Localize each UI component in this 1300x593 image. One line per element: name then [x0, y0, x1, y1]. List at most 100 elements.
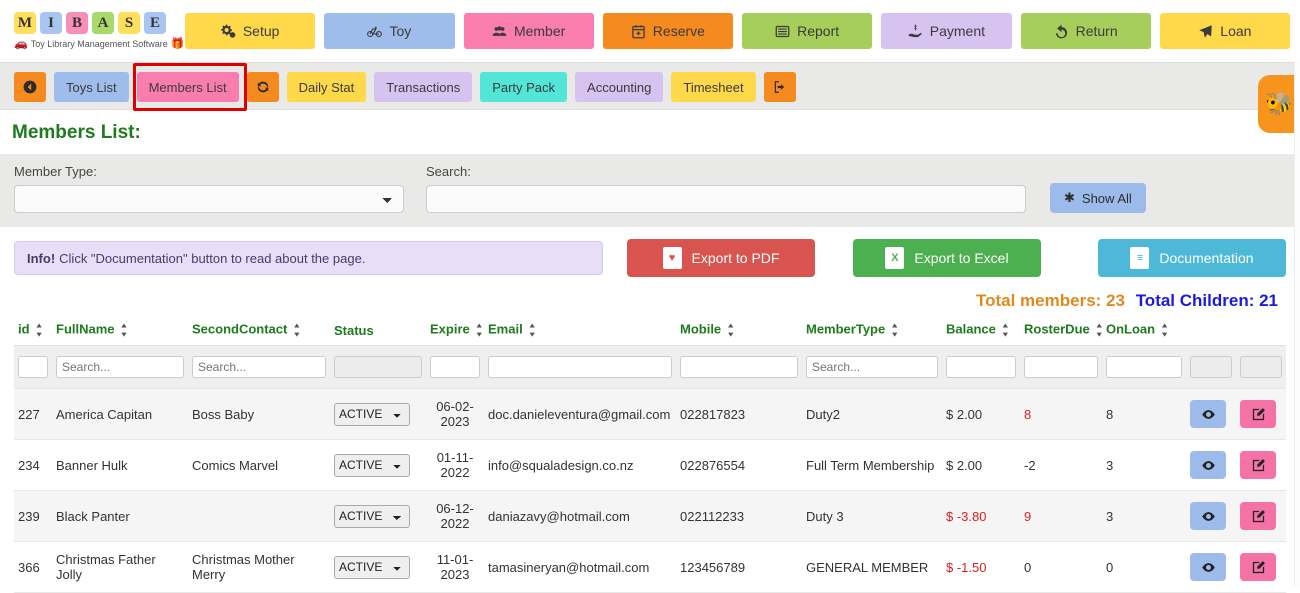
- cell-secondcontact: Christmas Mother Merry: [188, 541, 330, 593]
- info-prefix: Info!: [27, 250, 56, 266]
- column-header-label: OnLoan: [1106, 321, 1156, 337]
- column-header-onloan[interactable]: OnLoan ▲ ▼: [1102, 317, 1186, 346]
- column-header-rosterdue[interactable]: RosterDue ▲ ▼: [1020, 317, 1104, 346]
- filter-input-id[interactable]: [18, 356, 48, 378]
- id-value: 366: [18, 559, 40, 575]
- status-select[interactable]: ACTIVE: [334, 402, 410, 426]
- nav-button-label: Toy: [389, 23, 412, 39]
- back-arrow-icon: [23, 80, 37, 94]
- view-row-button[interactable]: [1190, 451, 1226, 479]
- email-value: doc.danieleventura@gmail.com: [488, 406, 671, 422]
- subnav-timesheet[interactable]: Timesheet: [671, 72, 756, 102]
- filter-input-secondcontact[interactable]: [192, 356, 326, 378]
- filter-input-balance[interactable]: [946, 356, 1016, 378]
- subnav-transactions[interactable]: Transactions: [374, 72, 473, 102]
- show-all-button[interactable]: ✱ Show All: [1050, 183, 1146, 213]
- sort-toggle-icon[interactable]: ▲ ▼: [890, 321, 899, 339]
- sort-toggle-icon[interactable]: ▲ ▼: [120, 321, 129, 339]
- subnav-refresh[interactable]: [246, 72, 279, 102]
- filter-input-fullname[interactable]: [56, 356, 184, 378]
- info-banner: Info! Click "Documentation" button to re…: [14, 241, 604, 275]
- cell-balance: $ -3.80: [942, 490, 1020, 542]
- filter-input-mobile[interactable]: [680, 356, 798, 378]
- subnav-logout[interactable]: [763, 72, 796, 102]
- sort-toggle-icon[interactable]: ▲ ▼: [475, 321, 484, 339]
- edit-row-button[interactable]: [1240, 553, 1276, 581]
- cell-view: [1186, 490, 1236, 542]
- button-export-to-pdf[interactable]: ♥ Export to PDF: [627, 239, 815, 277]
- membertype-value: GENERAL MEMBER: [806, 559, 929, 575]
- status-select[interactable]: ACTIVE: [334, 453, 410, 477]
- nav-button-return[interactable]: Return: [1020, 13, 1151, 49]
- nav-button-report[interactable]: Report: [742, 13, 873, 49]
- sort-toggle-icon[interactable]: ▲ ▼: [1160, 321, 1169, 339]
- subnav-back-arrow[interactable]: [14, 72, 46, 102]
- column-header-fullname[interactable]: FullName ▲ ▼: [52, 317, 188, 346]
- logo-tagline: 🚗 Toy Library Management Software 🎁: [14, 37, 185, 50]
- column-header-balance[interactable]: Balance ▲ ▼: [942, 317, 1020, 346]
- sort-toggle-icon[interactable]: ▲ ▼: [528, 321, 537, 339]
- membertype-value: Duty 3: [806, 508, 844, 524]
- edit-row-button[interactable]: [1240, 451, 1276, 479]
- nav-button-payment[interactable]: Payment: [881, 13, 1012, 49]
- rosterdue-value: 0: [1024, 559, 1032, 575]
- view-row-button[interactable]: [1190, 400, 1226, 428]
- mobile-value: 022817823: [680, 406, 746, 422]
- column-header-label: Email: [488, 321, 523, 337]
- export-buttons: ♥ Export to PDF X Export to Excel ≡ Documenta…: [627, 239, 1286, 277]
- cell-email: tamasineryan@hotmail.com: [484, 541, 676, 593]
- subnav-members-list[interactable]: Members List: [136, 72, 239, 102]
- nav-button-member[interactable]: Member: [463, 13, 594, 49]
- column-header-secondcontact[interactable]: SecondContact ▲ ▼: [188, 317, 330, 346]
- column-header-email[interactable]: Email ▲ ▼: [484, 317, 676, 346]
- filter-input-email[interactable]: [488, 356, 672, 378]
- edit-row-button[interactable]: [1240, 400, 1276, 428]
- column-header-expire[interactable]: Expire ▲ ▼: [426, 317, 484, 346]
- nav-button-toy[interactable]: Toy: [324, 13, 455, 49]
- button-label: Export to PDF: [691, 250, 780, 266]
- edit-row-button[interactable]: [1240, 502, 1276, 530]
- column-header-id[interactable]: id ▲ ▼: [14, 317, 52, 346]
- cell-view: [1186, 541, 1236, 593]
- filter-panel: Member Type: Search: ✱ Show All: [0, 154, 1300, 227]
- cell-secondcontact: Boss Baby: [188, 388, 330, 440]
- status-select[interactable]: ACTIVE: [334, 555, 410, 579]
- column-header-membertype[interactable]: MemberType ▲ ▼: [802, 317, 942, 346]
- secondcontact-value: Comics Marvel: [192, 457, 278, 473]
- column-header-label: Status: [334, 322, 374, 338]
- cell-rosterdue: 0: [1020, 541, 1102, 593]
- cell-view: [1186, 439, 1236, 491]
- filter-input-onloan[interactable]: [1106, 356, 1182, 378]
- subnav-toys-list[interactable]: Toys List: [54, 72, 129, 102]
- subnav-label: Daily Stat: [298, 79, 355, 95]
- filter-input-membertype[interactable]: [806, 356, 938, 378]
- show-all-label: Show All: [1081, 190, 1132, 206]
- subnav-party-pack[interactable]: Party Pack: [480, 72, 568, 102]
- button-export-to-excel[interactable]: X Export to Excel: [853, 239, 1041, 277]
- button-documentation[interactable]: ≡ Documentation: [1098, 239, 1286, 277]
- sort-toggle-icon[interactable]: ▲ ▼: [35, 321, 44, 339]
- cell-secondcontact: [188, 490, 330, 542]
- sort-toggle-icon[interactable]: ▲ ▼: [1001, 321, 1010, 339]
- expire-line: 2022: [440, 516, 470, 531]
- table-header-row: id ▲ ▼ FullName ▲ ▼ SecondContact ▲ ▼ Status Expir…: [14, 317, 1286, 346]
- view-row-button[interactable]: [1190, 502, 1226, 530]
- sort-toggle-icon[interactable]: ▲ ▼: [292, 321, 301, 339]
- view-row-button[interactable]: [1190, 553, 1226, 581]
- filter-input-expire[interactable]: [430, 356, 480, 378]
- subnav-accounting[interactable]: Accounting: [575, 72, 664, 102]
- subnav-daily-stat[interactable]: Daily Stat: [286, 72, 367, 102]
- sort-toggle-icon[interactable]: ▲ ▼: [1095, 321, 1104, 339]
- search-input[interactable]: [426, 185, 1026, 213]
- sort-toggle-icon[interactable]: ▲ ▼: [726, 321, 735, 339]
- member-type-select[interactable]: [14, 185, 404, 213]
- nav-button-reserve[interactable]: Reserve: [602, 13, 733, 49]
- column-header-mobile[interactable]: Mobile ▲ ▼: [676, 317, 802, 346]
- table-row: 234 Banner Hulk Comics Marvel ACTIVE 01-11- 2…: [14, 439, 1286, 491]
- nav-button-setup[interactable]: Setup: [185, 13, 316, 49]
- nav-button-loan[interactable]: Loan: [1159, 13, 1290, 49]
- pencil-square-icon: [1251, 560, 1266, 575]
- pencil-square-icon: [1251, 509, 1266, 524]
- status-select[interactable]: ACTIVE: [334, 504, 410, 528]
- filter-input-rosterdue[interactable]: [1024, 356, 1098, 378]
